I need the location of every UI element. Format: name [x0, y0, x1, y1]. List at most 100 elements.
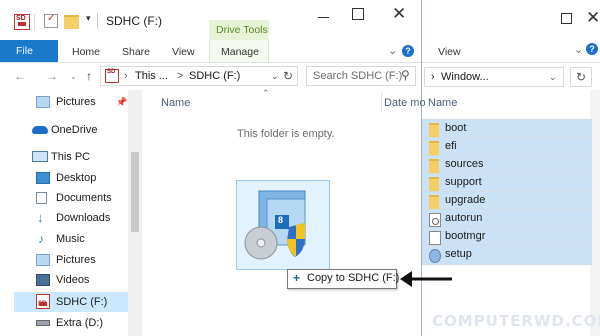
sidebar-item-pictures-pinned[interactable]: Pictures 📌: [14, 92, 128, 112]
sidebar-item-sdhc[interactable]: SD SDHC (F:): [14, 292, 128, 312]
sidebar-item-videos[interactable]: Videos: [14, 270, 128, 290]
minimize-icon[interactable]: [318, 10, 330, 22]
tab-home[interactable]: Home: [72, 46, 100, 58]
dropdown-icon[interactable]: ⌄: [549, 72, 557, 83]
new-folder-icon[interactable]: [64, 15, 79, 29]
drag-preview: 8: [236, 180, 330, 270]
help-icon[interactable]: ?: [586, 43, 598, 55]
properties-icon[interactable]: ✓: [44, 13, 58, 28]
pin-icon[interactable]: 📌: [116, 92, 127, 112]
sidebar-item-desktop[interactable]: Desktop: [14, 168, 128, 188]
file-icon: [429, 231, 441, 245]
sidebar-item-documents[interactable]: Documents: [14, 188, 128, 208]
tab-manage[interactable]: Manage: [209, 40, 269, 62]
desktop-folder-icon: [36, 172, 50, 184]
customize-toolbar-icon[interactable]: ▾: [86, 13, 91, 24]
sd-card-icon: SD: [14, 14, 30, 30]
scrollbar-thumb[interactable]: [131, 152, 139, 232]
separator: [34, 14, 35, 30]
address-row: ← → ⌄ ↑ SD › This ... > SDHC (F:) ⌄ ↻ Se…: [0, 63, 421, 89]
search-icon[interactable]: ⚲: [401, 68, 410, 82]
recent-locations-icon[interactable]: ⌄: [70, 72, 77, 81]
address-dropdown-icon[interactable]: ⌄: [271, 71, 279, 82]
file-label: bootmgr: [445, 230, 486, 242]
file-label: sources: [445, 158, 484, 170]
file-label: support: [445, 176, 482, 188]
file-label: setup: [445, 248, 472, 260]
refresh-icon[interactable]: ↻: [570, 67, 592, 87]
back-title-bar: ✕: [420, 0, 600, 40]
documents-folder-icon: [36, 192, 47, 204]
sidebar-item-label: This PC: [51, 151, 91, 163]
search-input[interactable]: Search SDHC (F:): [313, 70, 402, 82]
sd-card-icon: SD: [105, 69, 119, 83]
column-date-header[interactable]: Date mo: [384, 97, 426, 109]
column-divider: [381, 92, 382, 112]
sidebar-item-label: OneDrive: [51, 124, 98, 136]
back-ribbon: View ⌄ ?: [420, 40, 600, 63]
sidebar-item-label: Music: [56, 233, 85, 245]
file-row[interactable]: upgrade: [422, 191, 592, 211]
file-label: boot: [445, 122, 467, 134]
file-label: autorun: [445, 212, 483, 224]
setup-icon: [244, 190, 306, 260]
file-row[interactable]: autorun: [422, 209, 592, 229]
file-label: upgrade: [445, 194, 486, 206]
sidebar-item-onedrive[interactable]: OneDrive: [14, 120, 128, 140]
chevron-down-icon[interactable]: ⌄: [388, 44, 397, 57]
close-icon[interactable]: ✕: [392, 4, 406, 24]
maximize-icon[interactable]: [352, 8, 364, 20]
copy-plus-icon: +: [293, 271, 301, 285]
sidebar-item-label: Desktop: [56, 172, 97, 184]
address-chevron-icon: ›: [124, 70, 128, 82]
close-icon[interactable]: ✕: [586, 8, 600, 28]
watermark: COMPUTERWD.COM: [432, 312, 600, 330]
sort-arrow-icon: ⌃: [262, 88, 270, 98]
help-icon[interactable]: ?: [402, 45, 414, 57]
drive-icon: [36, 320, 50, 326]
search-box[interactable]: Search SDHC (F:) ⚲: [306, 66, 416, 86]
annotation-arrow-icon: [400, 271, 452, 287]
folder-icon: [429, 159, 439, 173]
breadcrumb-current[interactable]: SDHC (F:): [189, 70, 240, 82]
back-address-row: › Window... ⌄ ↻: [420, 63, 600, 89]
file-row[interactable]: support: [422, 173, 592, 193]
chevron-down-icon[interactable]: ⌄: [574, 43, 583, 56]
file-row[interactable]: setup: [422, 245, 592, 265]
sidebar-item-this-pc[interactable]: This PC: [14, 147, 128, 167]
breadcrumb-this-pc[interactable]: This ...: [135, 70, 168, 82]
onedrive-cloud-icon: [32, 126, 48, 134]
file-row[interactable]: sources: [422, 155, 592, 175]
folder-icon: [429, 123, 439, 137]
address-bar[interactable]: SD › This ... > SDHC (F:) ⌄ ↻: [100, 66, 298, 86]
copy-tooltip-text: Copy to SDHC (F:): [307, 272, 400, 284]
file-row[interactable]: bootmgr: [422, 227, 592, 247]
column-name-header[interactable]: Name: [428, 97, 457, 109]
tab-view[interactable]: View: [438, 46, 461, 58]
forward-arrow-icon[interactable]: →: [46, 69, 58, 83]
refresh-icon[interactable]: ↻: [283, 69, 293, 83]
sidebar-item-downloads[interactable]: ↓ Downloads: [14, 208, 128, 228]
back-address-text: Window...: [441, 71, 489, 83]
sidebar-item-label: Extra (D:): [56, 317, 104, 329]
tab-view[interactable]: View: [172, 46, 195, 58]
tab-file[interactable]: File: [0, 40, 58, 62]
back-column-header: Name: [424, 92, 594, 114]
file-row[interactable]: boot: [422, 119, 592, 139]
sidebar-item-pictures[interactable]: Pictures: [14, 250, 128, 270]
tab-share[interactable]: Share: [122, 46, 150, 58]
maximize-icon[interactable]: [560, 12, 572, 24]
column-name-header[interactable]: Name: [161, 97, 190, 109]
back-address-bar[interactable]: › Window... ⌄: [424, 67, 564, 87]
back-arrow-icon[interactable]: ←: [14, 69, 26, 83]
sidebar-scrollbar[interactable]: [128, 90, 142, 336]
up-arrow-icon[interactable]: ↑: [86, 69, 92, 83]
file-row[interactable]: efi: [422, 137, 592, 157]
folder-icon: [429, 195, 439, 209]
sidebar-item-label: Pictures: [56, 96, 96, 108]
sidebar-item-music[interactable]: ♪ Music: [14, 229, 128, 249]
setup-icon: [429, 249, 441, 263]
sidebar-item-extra[interactable]: Extra (D:): [14, 313, 128, 333]
sidebar-item-label: Pictures: [56, 254, 96, 266]
sidebar-item-label: Videos: [56, 274, 90, 286]
